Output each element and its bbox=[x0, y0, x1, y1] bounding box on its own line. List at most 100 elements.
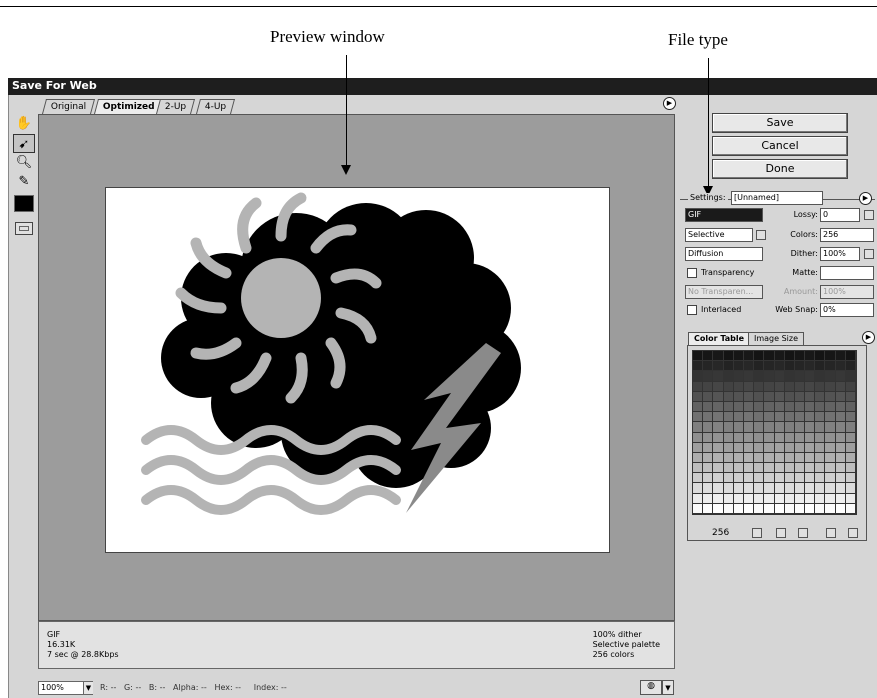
color-swatch[interactable] bbox=[764, 381, 775, 392]
color-swatch[interactable] bbox=[743, 412, 755, 423]
color-swatch[interactable] bbox=[754, 432, 765, 443]
color-swatch[interactable] bbox=[723, 452, 734, 464]
color-swatch[interactable] bbox=[815, 483, 826, 494]
color-swatch[interactable] bbox=[815, 361, 826, 372]
color-swatch[interactable] bbox=[693, 483, 704, 494]
lossy-input[interactable]: 0 bbox=[820, 208, 860, 222]
color-swatch[interactable] bbox=[845, 361, 856, 372]
color-swatch[interactable] bbox=[815, 381, 826, 392]
color-swatch[interactable] bbox=[784, 391, 795, 402]
color-swatch[interactable] bbox=[835, 432, 846, 443]
color-swatch[interactable] bbox=[805, 503, 816, 514]
color-swatch[interactable] bbox=[784, 503, 795, 514]
color-swatch[interactable] bbox=[754, 391, 765, 402]
color-swatch[interactable] bbox=[784, 351, 795, 362]
color-swatch[interactable] bbox=[743, 381, 755, 392]
color-swatch[interactable] bbox=[703, 412, 714, 423]
color-swatch[interactable] bbox=[764, 401, 775, 413]
color-swatch[interactable] bbox=[815, 463, 826, 474]
color-swatch[interactable] bbox=[703, 351, 714, 362]
color-swatch[interactable] bbox=[805, 493, 816, 504]
color-swatch[interactable] bbox=[733, 412, 744, 423]
delete-color-icon[interactable] bbox=[848, 528, 858, 538]
color-swatch[interactable] bbox=[774, 381, 785, 392]
color-swatch[interactable] bbox=[703, 371, 714, 382]
color-swatch[interactable] bbox=[713, 493, 724, 504]
color-swatch[interactable] bbox=[723, 371, 734, 382]
color-swatch[interactable] bbox=[784, 483, 795, 494]
preview-in-browser-icon[interactable]: ◍ bbox=[640, 680, 662, 695]
color-swatch[interactable] bbox=[805, 361, 816, 372]
color-swatch[interactable] bbox=[764, 493, 775, 504]
color-swatch[interactable] bbox=[693, 463, 704, 474]
color-swatch[interactable] bbox=[743, 452, 755, 464]
color-swatch[interactable] bbox=[805, 483, 816, 494]
color-swatch[interactable] bbox=[743, 371, 755, 382]
color-swatch[interactable] bbox=[713, 422, 724, 433]
color-swatch[interactable] bbox=[835, 351, 846, 362]
color-swatch[interactable] bbox=[723, 493, 734, 504]
color-swatch[interactable] bbox=[835, 412, 846, 423]
color-swatch[interactable] bbox=[784, 422, 795, 433]
color-swatch[interactable] bbox=[713, 432, 724, 443]
color-swatch[interactable] bbox=[774, 412, 785, 423]
color-swatch[interactable] bbox=[835, 463, 846, 474]
color-swatch[interactable] bbox=[774, 422, 785, 433]
color-swatch[interactable] bbox=[743, 351, 755, 362]
color-swatch[interactable] bbox=[774, 351, 785, 362]
color-swatch-grid[interactable] bbox=[692, 350, 857, 515]
color-swatch[interactable] bbox=[794, 473, 806, 484]
color-swatch[interactable] bbox=[733, 463, 744, 474]
color-swatch[interactable] bbox=[693, 452, 704, 464]
color-swatch[interactable] bbox=[815, 452, 826, 464]
color-swatch[interactable] bbox=[693, 351, 704, 362]
color-swatch[interactable] bbox=[733, 442, 744, 453]
color-swatch[interactable] bbox=[743, 401, 755, 413]
color-swatch[interactable] bbox=[815, 473, 826, 484]
tab-2-up[interactable]: 2-Up bbox=[155, 99, 196, 114]
color-swatch[interactable] bbox=[764, 452, 775, 464]
color-swatch[interactable] bbox=[774, 463, 785, 474]
color-swatch[interactable] bbox=[703, 401, 714, 413]
color-swatch[interactable] bbox=[703, 432, 714, 443]
color-swatch[interactable] bbox=[754, 493, 765, 504]
preview-menu-icon[interactable]: ▶ bbox=[663, 97, 676, 110]
color-swatch[interactable] bbox=[754, 503, 765, 514]
color-swatch[interactable] bbox=[713, 361, 724, 372]
transparency-dither-select[interactable]: No Transparen... bbox=[685, 285, 763, 299]
color-swatch[interactable] bbox=[815, 422, 826, 433]
color-swatch[interactable] bbox=[805, 463, 816, 474]
color-swatch[interactable] bbox=[693, 371, 704, 382]
color-swatch[interactable] bbox=[764, 463, 775, 474]
color-swatch[interactable] bbox=[845, 422, 856, 433]
color-swatch[interactable] bbox=[805, 381, 816, 392]
color-swatch[interactable] bbox=[703, 463, 714, 474]
color-swatch[interactable] bbox=[723, 463, 734, 474]
color-swatch[interactable] bbox=[733, 432, 744, 443]
web-shift-icon[interactable] bbox=[776, 528, 786, 538]
color-swatch[interactable] bbox=[764, 442, 775, 453]
color-swatch[interactable] bbox=[764, 422, 775, 433]
palette-mask-icon[interactable] bbox=[756, 230, 766, 240]
color-swatch[interactable] bbox=[825, 442, 836, 453]
color-swatch[interactable] bbox=[805, 452, 816, 464]
color-table-menu-icon[interactable]: ▶ bbox=[862, 331, 875, 344]
color-swatch[interactable] bbox=[845, 503, 856, 514]
zoom-dropdown-arrow-icon[interactable]: ▼ bbox=[83, 682, 93, 694]
color-swatch[interactable] bbox=[723, 442, 734, 453]
color-swatch[interactable] bbox=[733, 381, 744, 392]
toggle-slices-icon[interactable] bbox=[15, 222, 33, 235]
color-swatch[interactable] bbox=[825, 432, 836, 443]
color-swatch[interactable] bbox=[723, 503, 734, 514]
zoom-tool-icon[interactable]: 🔍︎ bbox=[13, 153, 35, 172]
color-swatch[interactable] bbox=[764, 483, 775, 494]
color-swatch[interactable] bbox=[845, 483, 856, 494]
color-swatch[interactable] bbox=[835, 361, 846, 372]
color-swatch[interactable] bbox=[835, 442, 846, 453]
color-swatch[interactable] bbox=[754, 483, 765, 494]
color-swatch[interactable] bbox=[733, 452, 744, 464]
color-swatch[interactable] bbox=[693, 493, 704, 504]
color-swatch[interactable] bbox=[774, 401, 785, 413]
color-swatch[interactable] bbox=[733, 493, 744, 504]
color-swatch[interactable] bbox=[784, 371, 795, 382]
